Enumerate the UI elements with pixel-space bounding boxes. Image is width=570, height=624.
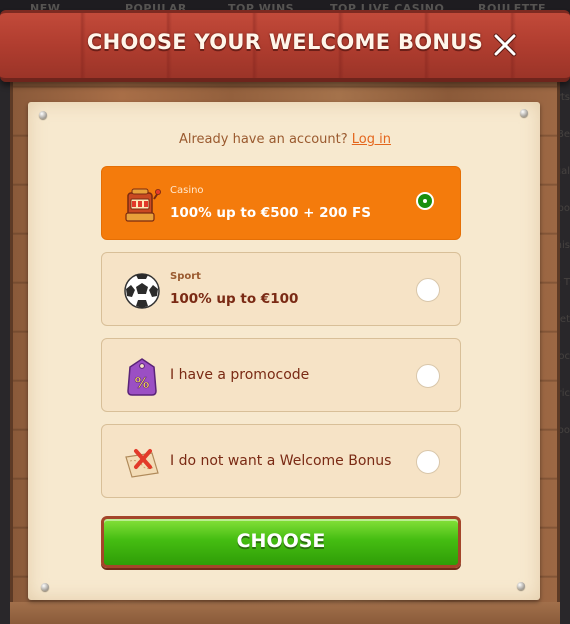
soccer-ball-icon <box>124 273 160 309</box>
option-label: I do not want a Welcome Bonus <box>170 453 392 469</box>
crossed-map-icon <box>125 449 159 478</box>
radio-unselected[interactable] <box>416 364 440 388</box>
option-label: 100% up to €100 <box>170 291 299 307</box>
login-link[interactable]: Log in <box>352 132 391 147</box>
option-category: Sport <box>170 271 201 282</box>
bonus-option-casino[interactable]: Casino 100% up to €500 + 200 FS <box>101 166 461 240</box>
bonus-option-no-bonus[interactable]: I do not want a Welcome Bonus <box>101 424 461 498</box>
choose-button[interactable]: CHOOSE <box>101 516 461 568</box>
modal-title: CHOOSE YOUR WELCOME BONUS <box>86 30 484 54</box>
close-swords-icon <box>493 33 517 57</box>
percent-tag-icon: % <box>127 358 157 396</box>
bonus-option-promocode[interactable]: % I have a promocode <box>101 338 461 412</box>
pin-icon <box>39 111 47 119</box>
close-button[interactable] <box>492 32 518 58</box>
option-label: I have a promocode <box>170 367 310 383</box>
bonus-option-sport[interactable]: Sport 100% up to €100 <box>101 252 461 326</box>
radio-unselected[interactable] <box>416 278 440 302</box>
modal-bottom-plank <box>10 602 560 624</box>
radio-selected[interactable] <box>415 191 439 215</box>
svg-text:%: % <box>134 374 149 392</box>
option-category: Casino <box>170 185 204 196</box>
pin-icon <box>41 583 49 591</box>
slot-machine-icon <box>125 188 162 222</box>
option-label: 100% up to €500 + 200 FS <box>170 205 371 221</box>
login-prompt-text: Already have an account? <box>178 132 348 147</box>
pin-icon <box>517 582 525 590</box>
radio-unselected[interactable] <box>416 450 440 474</box>
login-prompt-line: Already have an account? Log in <box>0 132 570 147</box>
pin-icon <box>520 109 528 117</box>
radio-dot <box>416 192 434 210</box>
